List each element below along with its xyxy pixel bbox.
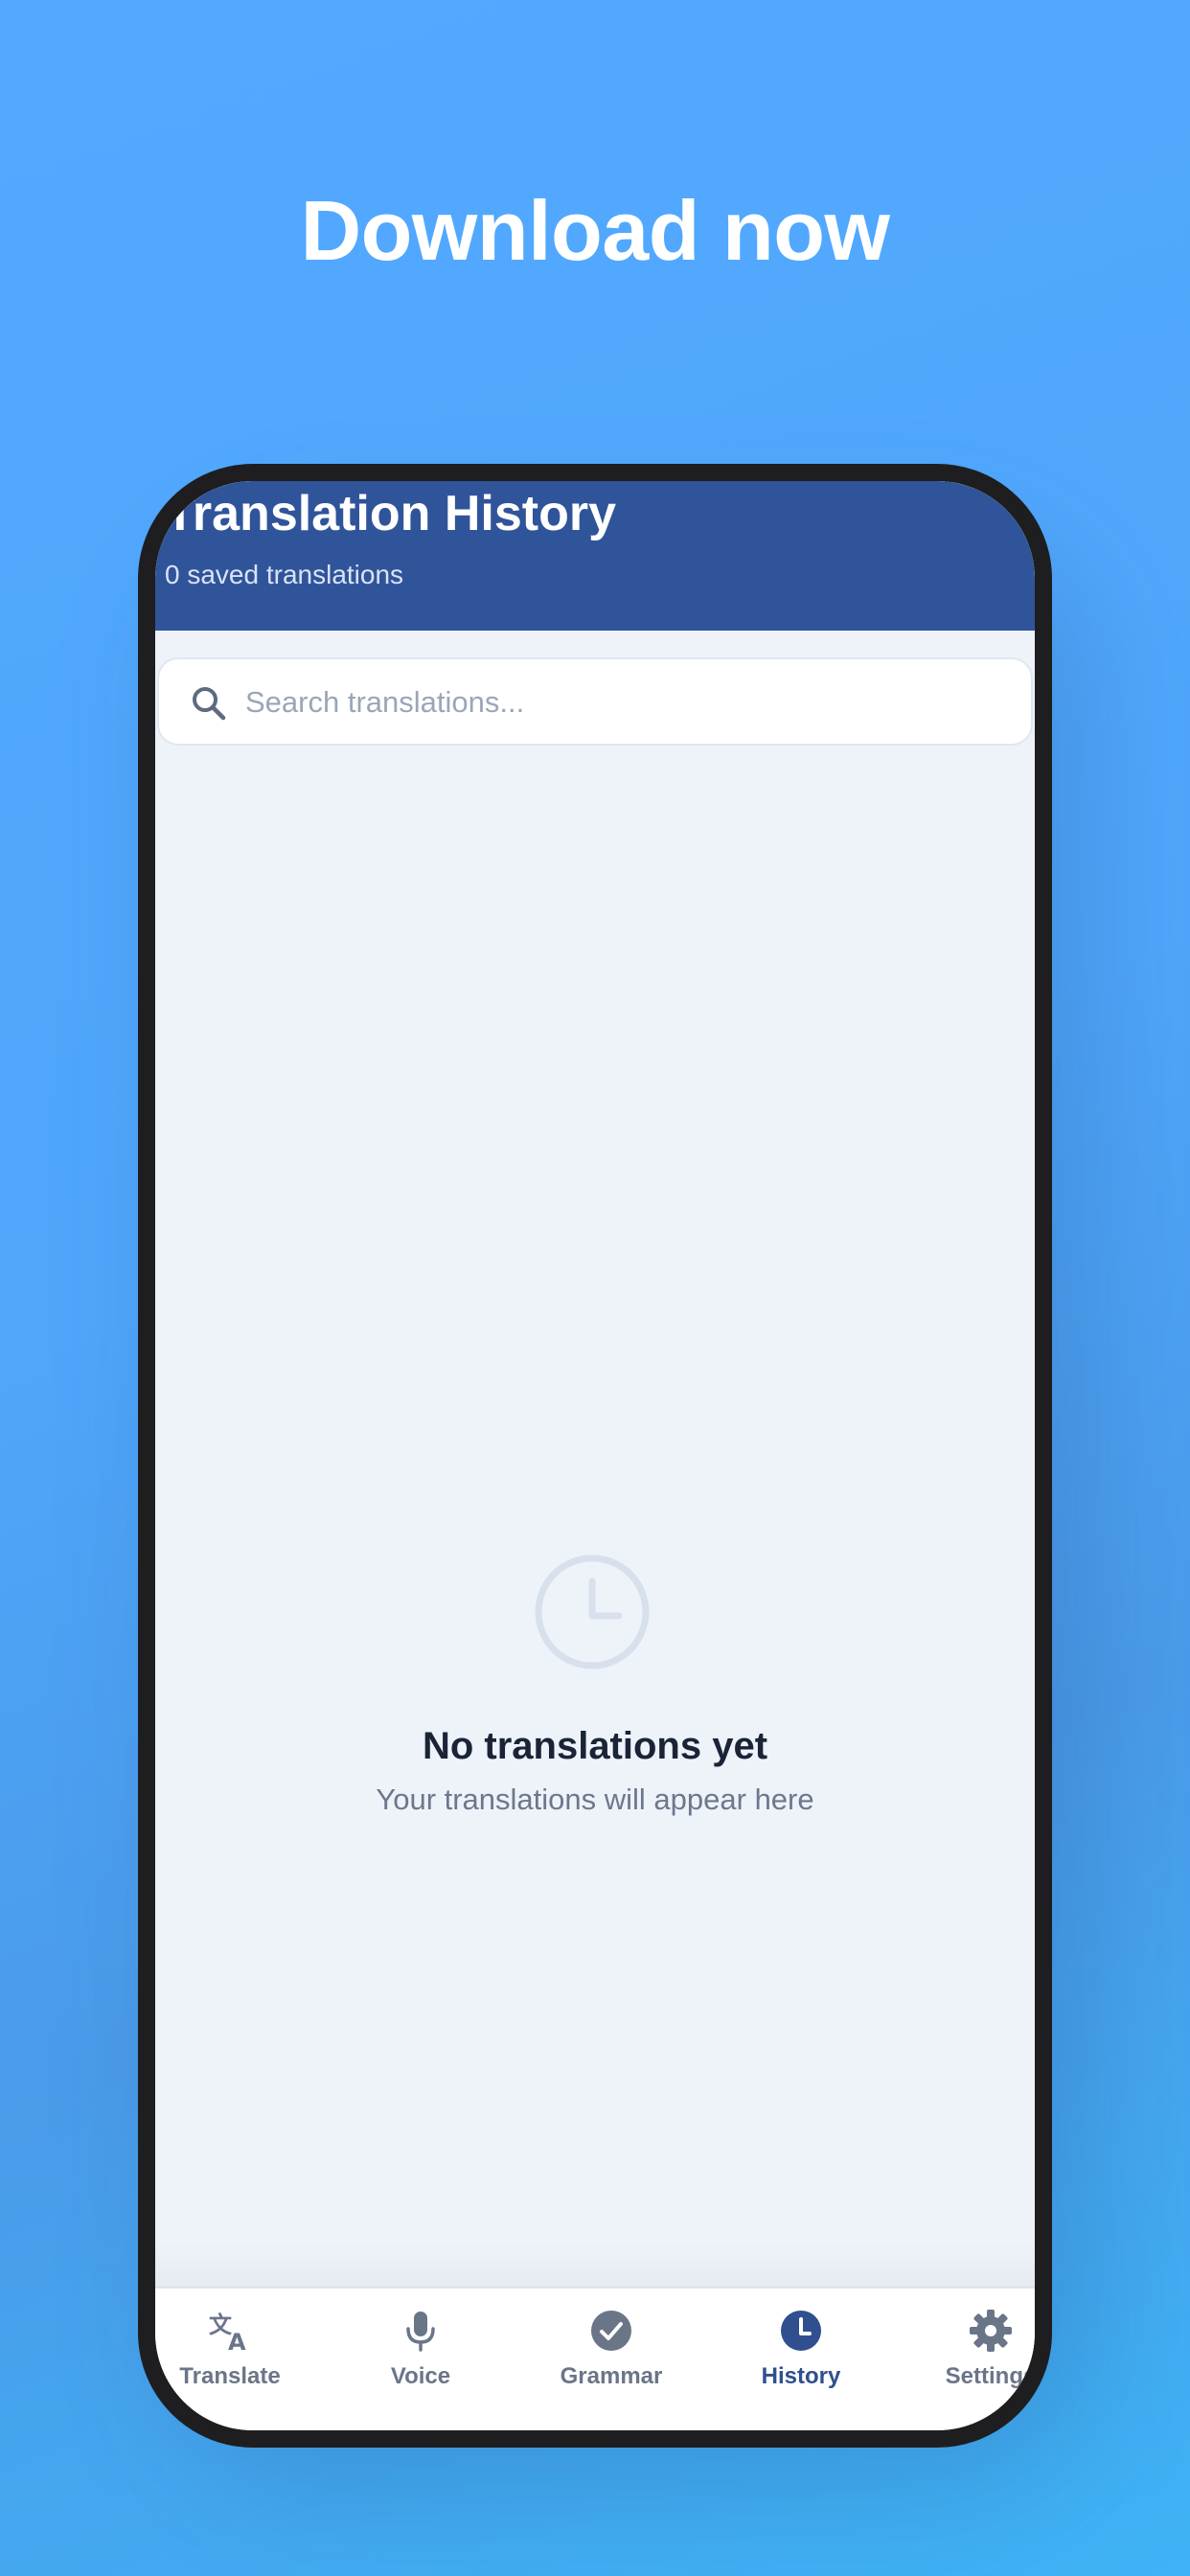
tab-grammar[interactable]: Grammar (535, 2302, 688, 2407)
svg-text:A: A (228, 2329, 246, 2354)
app-header: Translation History 0 saved translations (155, 481, 1035, 631)
search-icon (193, 687, 226, 721)
phone-frame: Translation History 0 saved translations… (138, 464, 1052, 2448)
bottom-tab-bar: 文 A Translate Voice Grammar History Sett… (155, 2287, 1035, 2430)
clock-icon (781, 2311, 821, 2351)
saved-count: 0 saved translations (165, 560, 404, 589)
search-input[interactable] (243, 659, 1012, 746)
tab-label-settings: Settings (945, 2363, 1035, 2389)
promo-headline: Download now (300, 183, 890, 278)
clock-icon (535, 1554, 650, 1669)
page-title: Translation History (165, 486, 616, 541)
check-circle-icon (591, 2311, 631, 2351)
tab-settings[interactable]: Settings (914, 2302, 1035, 2407)
tab-label-grammar: Grammar (560, 2363, 663, 2389)
search-bar[interactable] (157, 657, 1033, 746)
tab-translate[interactable]: 文 A Translate (155, 2302, 307, 2407)
app-screen: Translation History 0 saved translations… (155, 481, 1035, 2430)
tab-label-voice: Voice (390, 2363, 451, 2389)
microphone-icon (406, 2312, 435, 2352)
translate-icon: 文 A (209, 2312, 246, 2354)
tab-history[interactable]: History (724, 2302, 878, 2407)
tab-label-history: History (761, 2363, 841, 2389)
empty-state-title: No translations yet (422, 1725, 768, 1767)
tabbar-divider (155, 2241, 1035, 2288)
tab-voice[interactable]: Voice (344, 2302, 497, 2407)
gear-icon (970, 2310, 1012, 2352)
tab-label-translate: Translate (179, 2363, 281, 2389)
empty-state-message: Your translations will appear here (376, 1782, 814, 1816)
